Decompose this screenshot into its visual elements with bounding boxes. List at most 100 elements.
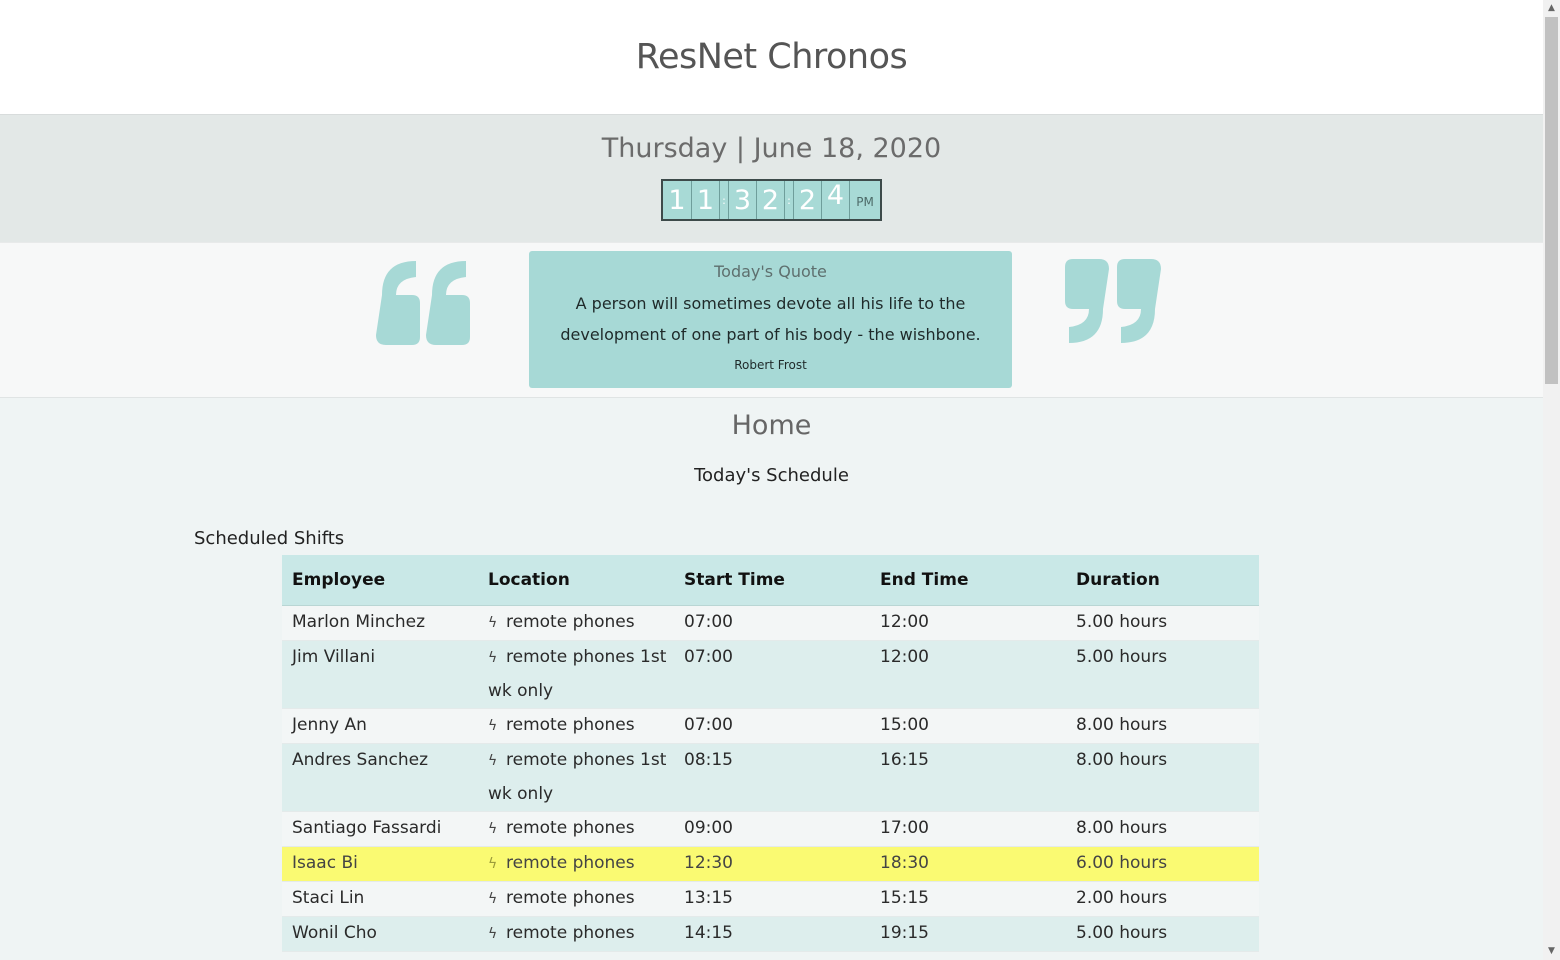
close-quote-icon bbox=[1065, 259, 1161, 343]
scroll-down-arrow-icon[interactable]: ▼ bbox=[1543, 943, 1560, 960]
location-text: remote phones bbox=[506, 923, 635, 943]
table-row-current-shift: Isaac Bi ϟ remote phones 12:30 18:30 6.00… bbox=[282, 846, 1259, 882]
location-cell: ϟ remote phones bbox=[478, 708, 674, 744]
start-time-cell: 12:30 bbox=[674, 846, 870, 882]
scrollbar-thumb[interactable] bbox=[1545, 17, 1558, 384]
column-header-end-time: End Time bbox=[870, 555, 1066, 606]
location-cell: ϟ remote phones bbox=[478, 846, 674, 882]
location-cell: ϟ remote phones 1st wk only bbox=[478, 743, 674, 812]
table-header-row: Employee Location Start Time End Time Du… bbox=[282, 555, 1259, 606]
quote-heading: Today's Quote bbox=[714, 262, 827, 281]
clock-ampm: PM bbox=[849, 181, 880, 219]
location-cell: ϟ remote phones bbox=[478, 605, 674, 641]
employee-cell: Santiago Fassardi bbox=[282, 811, 478, 847]
quote-card: Today's Quote A person will sometimes de… bbox=[529, 251, 1012, 388]
vertical-scrollbar[interactable]: ▲ ▼ bbox=[1543, 0, 1560, 960]
location-text: remote phones bbox=[506, 715, 635, 735]
bolt-icon: ϟ bbox=[488, 718, 498, 734]
employee-cell: Isaac Bi bbox=[282, 846, 478, 882]
clock-hour-tens: 1 bbox=[668, 185, 686, 216]
page-subheading: Today's Schedule bbox=[694, 465, 849, 487]
location-text: remote phones bbox=[506, 853, 635, 873]
clock-second-ones: 4 bbox=[821, 181, 849, 219]
location-cell: ϟ remote phones bbox=[478, 811, 674, 847]
quote-text: A person will sometimes devote all his l… bbox=[560, 294, 981, 344]
page: ResNet Chronos Thursday | June 18, 2020 … bbox=[0, 0, 1543, 960]
column-header-duration: Duration bbox=[1066, 555, 1259, 606]
location-text: remote phones 1st wk only bbox=[488, 750, 667, 804]
table-row: Wonil Cho ϟ remote phones 14:15 19:15 5.0… bbox=[282, 916, 1259, 952]
start-time-cell: 08:15 bbox=[674, 743, 870, 812]
employee-cell: Jim Villani bbox=[282, 640, 478, 709]
digital-clock: 1 1 : 3 2 : 2 4 PM bbox=[661, 179, 882, 221]
location-text: remote phones 1st wk only bbox=[488, 647, 667, 701]
start-time-cell: 09:00 bbox=[674, 811, 870, 847]
duration-cell: 8.00 hours bbox=[1066, 743, 1259, 812]
table-row: Jim Villani ϟ remote phones 1st wk only 0… bbox=[282, 640, 1259, 709]
clock-hour-ones: 1 bbox=[691, 181, 719, 219]
page-heading: Home bbox=[731, 410, 812, 441]
end-time-cell: 19:15 bbox=[870, 916, 1066, 952]
duration-cell: 5.00 hours bbox=[1066, 605, 1259, 641]
quote-author: Robert Frost bbox=[734, 358, 807, 372]
end-time-cell: 17:00 bbox=[870, 811, 1066, 847]
location-text: remote phones bbox=[506, 612, 635, 632]
employee-cell: Staci Lin bbox=[282, 881, 478, 917]
duration-cell: 2.00 hours bbox=[1066, 881, 1259, 917]
clock-separator: : bbox=[784, 181, 793, 219]
table-row: Marlon Minchez ϟ remote phones 07:00 12:0… bbox=[282, 605, 1259, 641]
employee-cell: Jenny An bbox=[282, 708, 478, 744]
quote-band: Today's Quote A person will sometimes de… bbox=[0, 243, 1543, 398]
end-time-cell: 12:00 bbox=[870, 605, 1066, 641]
table-row: Staci Lin ϟ remote phones 13:15 15:15 2.0… bbox=[282, 881, 1259, 917]
start-time-cell: 14:15 bbox=[674, 916, 870, 952]
table-row: Santiago Fassardi ϟ remote phones 09:00 1… bbox=[282, 811, 1259, 847]
table-row: Jenny An ϟ remote phones 07:00 15:00 8.00… bbox=[282, 708, 1259, 744]
clock-minute-tens: 3 bbox=[728, 181, 756, 219]
start-time-cell: 13:15 bbox=[674, 881, 870, 917]
scroll-up-arrow-icon[interactable]: ▲ bbox=[1543, 0, 1560, 17]
shifts-table: Employee Location Start Time End Time Du… bbox=[282, 555, 1259, 952]
duration-cell: 5.00 hours bbox=[1066, 640, 1259, 709]
start-time-cell: 07:00 bbox=[674, 605, 870, 641]
current-date: Thursday | June 18, 2020 bbox=[601, 133, 942, 164]
column-header-location: Location bbox=[478, 555, 674, 606]
end-time-cell: 15:00 bbox=[870, 708, 1066, 744]
employee-cell: Marlon Minchez bbox=[282, 605, 478, 641]
location-cell: ϟ remote phones 1st wk only bbox=[478, 640, 674, 709]
clock-separator: : bbox=[719, 181, 728, 219]
start-time-cell: 07:00 bbox=[674, 708, 870, 744]
bolt-icon: ϟ bbox=[488, 650, 498, 666]
duration-cell: 5.00 hours bbox=[1066, 916, 1259, 952]
column-header-start-time: Start Time bbox=[674, 555, 870, 606]
location-text: remote phones bbox=[506, 888, 635, 908]
end-time-cell: 18:30 bbox=[870, 846, 1066, 882]
duration-cell: 6.00 hours bbox=[1066, 846, 1259, 882]
main-content: Home Today's Schedule Scheduled Shifts E… bbox=[0, 410, 1543, 952]
column-header-employee: Employee bbox=[282, 555, 478, 606]
app-title: ResNet Chronos bbox=[635, 37, 908, 77]
location-text: remote phones bbox=[506, 818, 635, 838]
header: ResNet Chronos bbox=[0, 0, 1543, 115]
start-time-cell: 07:00 bbox=[674, 640, 870, 709]
location-cell: ϟ remote phones bbox=[478, 881, 674, 917]
employee-cell: Wonil Cho bbox=[282, 916, 478, 952]
location-cell: ϟ remote phones bbox=[478, 916, 674, 952]
duration-cell: 8.00 hours bbox=[1066, 708, 1259, 744]
end-time-cell: 16:15 bbox=[870, 743, 1066, 812]
open-quote-icon bbox=[376, 261, 470, 345]
bolt-icon: ϟ bbox=[488, 856, 498, 872]
bolt-icon: ϟ bbox=[488, 753, 498, 769]
end-time-cell: 15:15 bbox=[870, 881, 1066, 917]
bolt-icon: ϟ bbox=[488, 821, 498, 837]
clock-second-tens: 2 bbox=[793, 181, 821, 219]
table-row: Andres Sanchez ϟ remote phones 1st wk onl… bbox=[282, 743, 1259, 812]
section-label: Scheduled Shifts bbox=[194, 528, 345, 549]
employee-cell: Andres Sanchez bbox=[282, 743, 478, 812]
bolt-icon: ϟ bbox=[488, 891, 498, 907]
bolt-icon: ϟ bbox=[488, 615, 498, 631]
clock-minute-ones: 2 bbox=[756, 181, 784, 219]
end-time-cell: 12:00 bbox=[870, 640, 1066, 709]
date-band: Thursday | June 18, 2020 1 1 : 3 2 : 2 4… bbox=[0, 115, 1543, 243]
duration-cell: 8.00 hours bbox=[1066, 811, 1259, 847]
